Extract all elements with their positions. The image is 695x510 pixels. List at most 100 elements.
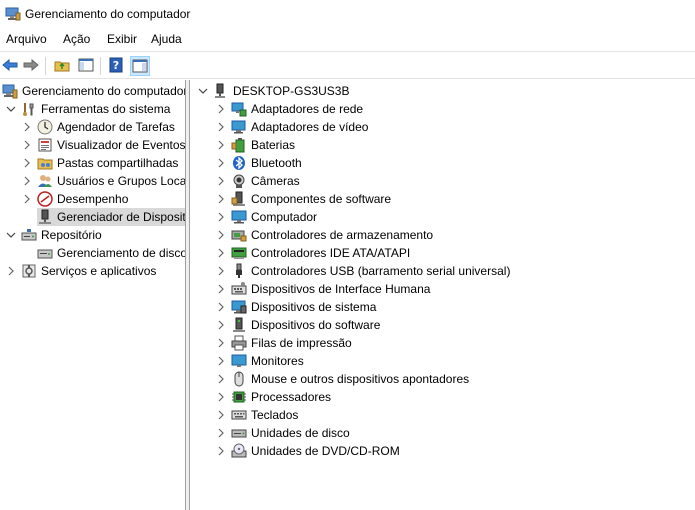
device-category-label: Dispositivos do software [251, 318, 381, 332]
chevron-right-icon[interactable] [216, 248, 226, 258]
console-tree[interactable]: Gerenciamento do computador Ferramentas … [0, 80, 185, 510]
tree-item-task-scheduler[interactable]: Agendador de Tarefas [22, 118, 175, 136]
device-category-item[interactable]: Filas de impressão [216, 334, 352, 352]
chevron-right-icon[interactable] [216, 104, 226, 114]
tree-item-disk-management[interactable]: Gerenciamento de disco [37, 244, 185, 262]
processor-icon [231, 389, 247, 405]
tree-item-local-users-groups[interactable]: Usuários e Grupos Loca [22, 172, 185, 190]
help-icon[interactable]: ? [107, 56, 125, 74]
toolbar-separator [100, 57, 101, 75]
chevron-right-icon[interactable] [22, 158, 32, 168]
chevron-down-icon[interactable] [6, 104, 16, 114]
menu-ajuda[interactable]: Ajuda [151, 32, 182, 46]
menu-arquivo[interactable]: Arquivo [6, 32, 47, 46]
network-adapter-icon [231, 101, 247, 117]
device-category-label: Baterias [251, 138, 296, 152]
device-category-item[interactable]: Baterias [216, 136, 295, 154]
device-category-item[interactable]: Mouse e outros dispositivos apontadores [216, 370, 469, 388]
device-category-label: Unidades de disco [251, 426, 350, 440]
shared-folder-icon [37, 155, 53, 171]
device-category-label: Câmeras [251, 174, 300, 188]
tree-item-event-viewer[interactable]: Visualizador de Eventos [22, 136, 185, 154]
device-category-item[interactable]: Dispositivos do software [216, 316, 380, 334]
show-action-pane-icon[interactable] [130, 56, 150, 76]
device-category-item[interactable]: Bluetooth [216, 154, 302, 172]
tree-item-device-manager[interactable]: Gerenciador de Disposit [37, 208, 185, 226]
tree-item-services-applications[interactable]: Serviços e aplicativos [6, 262, 156, 280]
chevron-right-icon[interactable] [22, 176, 32, 186]
tree-item-computer-management[interactable]: Gerenciamento do computador [2, 82, 185, 100]
chevron-down-icon[interactable] [198, 86, 208, 96]
device-category-item[interactable]: Componentes de software [216, 190, 391, 208]
tree-item-shared-folders[interactable]: Pastas compartilhadas [22, 154, 178, 172]
device-category-item[interactable]: Controladores de armazenamento [216, 226, 433, 244]
battery-icon [231, 137, 247, 153]
svg-text:?: ? [113, 59, 119, 72]
tree-item-performance[interactable]: Desempenho [22, 190, 128, 208]
device-category-item[interactable]: Controladores IDE ATA/ATAPI [216, 244, 410, 262]
chevron-right-icon[interactable] [216, 320, 226, 330]
forward-arrow-icon[interactable] [22, 56, 40, 74]
bluetooth-icon [231, 155, 247, 171]
device-category-item[interactable]: Adaptadores de rede [216, 100, 363, 118]
chevron-right-icon[interactable] [6, 266, 16, 276]
show-hide-tree-icon[interactable] [77, 56, 95, 74]
device-category-item[interactable]: Monitores [216, 352, 304, 370]
chevron-right-icon[interactable] [216, 194, 226, 204]
menu-exibir[interactable]: Exibir [107, 32, 137, 46]
device-tree[interactable]: DESKTOP-GS3US3B Adaptadores de rede Adapt… [190, 80, 695, 510]
device-category-item[interactable]: Teclados [216, 406, 298, 424]
device-category-item[interactable]: Dispositivos de sistema [216, 298, 376, 316]
chevron-right-icon[interactable] [216, 410, 226, 420]
chevron-right-icon[interactable] [216, 356, 226, 366]
storage-icon [21, 227, 37, 243]
chevron-right-icon[interactable] [216, 140, 226, 150]
camera-icon [231, 173, 247, 189]
chevron-right-icon[interactable] [216, 284, 226, 294]
device-category-item[interactable]: Computador [216, 208, 317, 226]
tree-item-system-tools[interactable]: Ferramentas do sistema [6, 100, 170, 118]
device-category-item[interactable]: Processadores [216, 388, 331, 406]
device-category-label: Adaptadores de rede [251, 102, 364, 116]
device-category-item[interactable]: Unidades de disco [216, 424, 350, 442]
up-folder-icon[interactable] [53, 56, 71, 74]
chevron-right-icon[interactable] [216, 374, 226, 384]
tools-icon [21, 101, 37, 117]
tree-item-storage[interactable]: Repositório [6, 226, 102, 244]
chevron-right-icon[interactable] [216, 446, 226, 456]
device-category-item[interactable]: Câmeras [216, 172, 300, 190]
back-arrow-icon[interactable] [1, 56, 19, 74]
chevron-right-icon[interactable] [216, 266, 226, 276]
window-title: Gerenciamento do computador [25, 7, 191, 21]
chevron-right-icon[interactable] [216, 176, 226, 186]
device-category-label: Teclados [251, 408, 299, 422]
device-manager-icon [37, 209, 53, 225]
chevron-right-icon[interactable] [22, 194, 32, 204]
menu-acao[interactable]: Ação [63, 32, 90, 46]
chevron-right-icon[interactable] [22, 122, 32, 132]
chevron-right-icon[interactable] [216, 338, 226, 348]
users-icon [37, 173, 53, 189]
display-adapter-icon [231, 119, 247, 135]
chevron-right-icon[interactable] [216, 230, 226, 240]
keyboard-icon [231, 407, 247, 423]
chevron-right-icon[interactable] [216, 212, 226, 222]
chevron-right-icon[interactable] [22, 140, 32, 150]
ide-controller-icon [231, 245, 247, 261]
device-category-item[interactable]: Dispositivos de Interface Humana [216, 280, 430, 298]
device-category-label: Controladores USB (barramento serial uni… [251, 264, 511, 278]
device-category-item[interactable]: Unidades de DVD/CD-ROM [216, 442, 400, 460]
chevron-right-icon[interactable] [216, 428, 226, 438]
chevron-right-icon[interactable] [216, 302, 226, 312]
device-category-item[interactable]: Adaptadores de vídeo [216, 118, 368, 136]
device-tree-root[interactable]: DESKTOP-GS3US3B [198, 82, 349, 100]
computer-management-icon [5, 7, 21, 21]
chevron-right-icon[interactable] [216, 122, 226, 132]
toolbar-divider [0, 78, 695, 79]
desktop-computer-icon [213, 83, 229, 99]
chevron-right-icon[interactable] [216, 158, 226, 168]
device-category-label: Bluetooth [251, 156, 302, 170]
device-category-item[interactable]: Controladores USB (barramento serial uni… [216, 262, 510, 280]
chevron-down-icon[interactable] [6, 230, 16, 240]
chevron-right-icon[interactable] [216, 392, 226, 402]
